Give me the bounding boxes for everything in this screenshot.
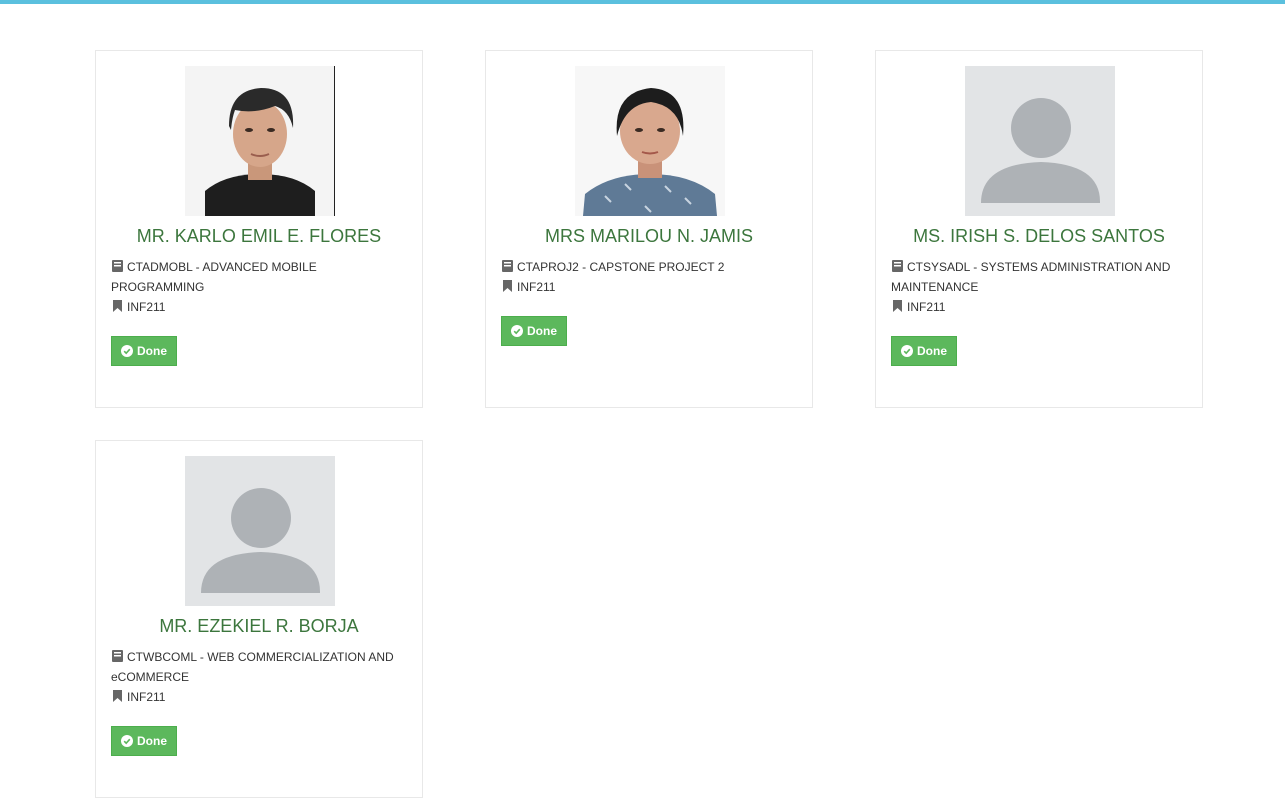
book-icon	[112, 260, 123, 272]
bookmark-icon	[893, 300, 902, 312]
check-circle-icon	[901, 345, 913, 357]
teacher-meta: CTWBCOML - WEB COMMERCIALIZATION AND eCO…	[111, 647, 407, 707]
bookmark-icon	[113, 690, 122, 702]
teacher-card: MR. KARLO EMIL E. FLORES CTADMOBL - ADVA…	[95, 50, 423, 408]
section-text: INF211	[907, 300, 946, 314]
subject-text: CTADMOBL - ADVANCED MOBILE PROGRAMMING	[111, 260, 317, 294]
done-button-label: Done	[917, 344, 947, 358]
subject-row: CTWBCOML - WEB COMMERCIALIZATION AND eCO…	[111, 647, 407, 687]
subject-text: CTWBCOML - WEB COMMERCIALIZATION AND eCO…	[111, 650, 394, 684]
top-accent-bar	[0, 0, 1285, 4]
teacher-name: MR. KARLO EMIL E. FLORES	[136, 226, 382, 246]
subject-row: CTADMOBL - ADVANCED MOBILE PROGRAMMING	[111, 257, 407, 297]
check-circle-icon	[511, 325, 523, 337]
teacher-card: MR. EZEKIEL R. BORJA CTWBCOML - WEB COMM…	[95, 440, 423, 798]
avatar-placeholder	[185, 456, 335, 606]
bookmark-icon	[503, 280, 512, 292]
done-button[interactable]: Done	[891, 336, 957, 366]
teacher-card: MRS MARILOU N. JAMIS CTAPROJ2 - CAPSTONE…	[485, 50, 813, 408]
subject-row: CTAPROJ2 - CAPSTONE PROJECT 2	[501, 257, 797, 277]
subject-text: CTAPROJ2 - CAPSTONE PROJECT 2	[517, 260, 725, 274]
user-avatar-icon	[185, 456, 335, 606]
section-row: INF211	[111, 297, 407, 317]
teacher-name: MR. EZEKIEL R. BORJA	[159, 616, 359, 636]
subject-row: CTSYSADL - SYSTEMS ADMINISTRATION AND MA…	[891, 257, 1187, 297]
book-icon	[112, 650, 123, 662]
done-button-label: Done	[137, 344, 167, 358]
section-row: INF211	[891, 297, 1187, 317]
avatar-placeholder	[965, 66, 1115, 216]
done-button[interactable]: Done	[111, 726, 177, 756]
done-button[interactable]: Done	[111, 336, 177, 366]
subject-text: CTSYSADL - SYSTEMS ADMINISTRATION AND MA…	[891, 260, 1171, 294]
teacher-photo	[575, 66, 725, 216]
bookmark-icon	[113, 300, 122, 312]
check-circle-icon	[121, 345, 133, 357]
book-icon	[502, 260, 513, 272]
section-text: INF211	[517, 280, 556, 294]
done-button-label: Done	[527, 324, 557, 338]
teacher-photo	[185, 66, 335, 216]
section-row: INF211	[111, 687, 407, 707]
teacher-card: MS. IRISH S. DELOS SANTOS CTSYSADL - SYS…	[875, 50, 1203, 408]
teacher-meta: CTSYSADL - SYSTEMS ADMINISTRATION AND MA…	[891, 257, 1187, 317]
book-icon	[892, 260, 903, 272]
teacher-name: MRS MARILOU N. JAMIS	[544, 226, 754, 246]
teacher-name: MS. IRISH S. DELOS SANTOS	[913, 226, 1165, 246]
section-text: INF211	[127, 300, 166, 314]
section-row: INF211	[501, 277, 797, 297]
teacher-meta: CTAPROJ2 - CAPSTONE PROJECT 2 INF211	[501, 257, 797, 297]
teacher-meta: CTADMOBL - ADVANCED MOBILE PROGRAMMING I…	[111, 257, 407, 317]
section-text: INF211	[127, 690, 166, 704]
done-button-label: Done	[137, 734, 167, 748]
check-circle-icon	[121, 735, 133, 747]
done-button[interactable]: Done	[501, 316, 567, 346]
user-avatar-icon	[965, 66, 1115, 216]
